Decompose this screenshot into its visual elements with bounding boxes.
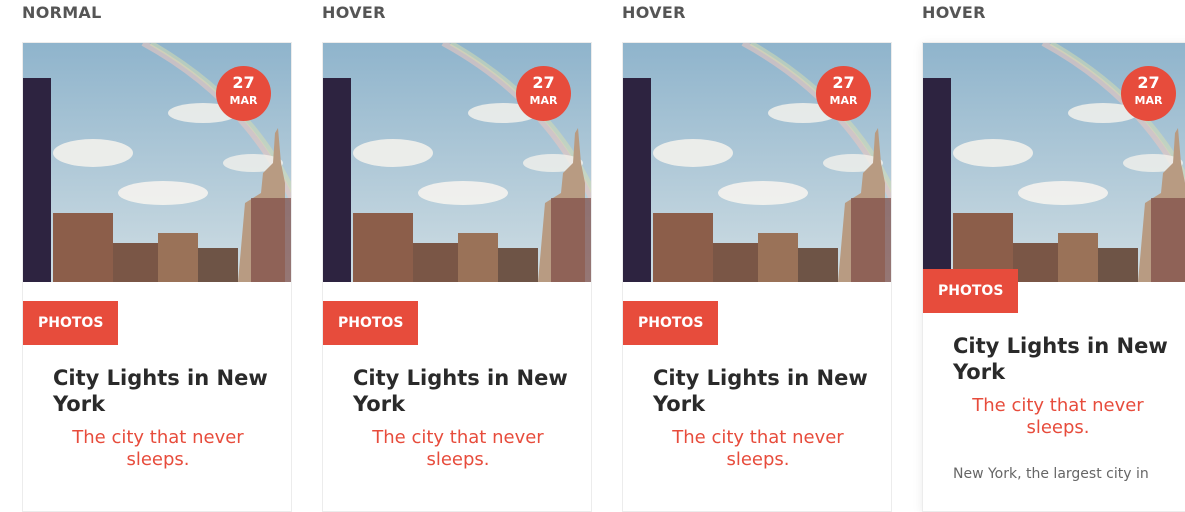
- card-excerpt: New York, the largest city in: [953, 466, 1149, 482]
- card-subtitle: The city that never sleeps.: [372, 427, 544, 470]
- date-day: 27: [232, 73, 255, 92]
- card-title[interactable]: City Lights in New York: [653, 365, 868, 417]
- blog-card[interactable]: 27 MAR PHOTOS City Lights in New York Th…: [22, 42, 292, 512]
- state-label: HOVER: [922, 3, 986, 22]
- state-label: HOVER: [322, 3, 386, 22]
- blog-card[interactable]: 27 MAR PHOTOS City Lights in New York Th…: [922, 42, 1185, 512]
- date-month: MAR: [829, 94, 858, 107]
- date-badge: 27 MAR: [216, 66, 271, 121]
- category-badge[interactable]: PHOTOS: [923, 269, 1019, 313]
- date-day: 27: [832, 73, 855, 92]
- card-column-hover-1: HOVER 27 MAR PHOTOS City Lights in New Y…: [322, 0, 592, 512]
- card-subtitle: The city that never sleeps.: [72, 427, 244, 470]
- date-month: MAR: [1134, 94, 1163, 107]
- card-column-normal: NORMAL 27 MAR PHOTOS City Lights in New …: [22, 0, 292, 512]
- card-column-hover-2: HOVER 27 MAR PHOTOS City Lights in New Y…: [622, 0, 892, 512]
- date-badge: 27 MAR: [516, 66, 571, 121]
- state-label: HOVER: [622, 3, 686, 22]
- card-subtitle: The city that never sleeps.: [972, 395, 1144, 438]
- date-badge: 27 MAR: [1121, 66, 1176, 121]
- state-label: NORMAL: [22, 3, 102, 22]
- blog-card[interactable]: 27 MAR PHOTOS City Lights in New York Th…: [322, 42, 592, 512]
- date-month: MAR: [529, 94, 558, 107]
- category-badge[interactable]: PHOTOS: [23, 301, 119, 345]
- card-title[interactable]: City Lights in New York: [53, 365, 268, 417]
- card-column-hover-3: HOVER 27 MAR PHOTOS City Lights in New Y…: [922, 0, 1185, 512]
- blog-card[interactable]: 27 MAR PHOTOS City Lights in New York Th…: [622, 42, 892, 512]
- category-badge[interactable]: PHOTOS: [323, 301, 419, 345]
- card-subtitle: The city that never sleeps.: [672, 427, 844, 470]
- card-title[interactable]: City Lights in New York: [953, 333, 1168, 385]
- date-month: MAR: [229, 94, 258, 107]
- date-day: 27: [532, 73, 555, 92]
- date-badge: 27 MAR: [816, 66, 871, 121]
- date-day: 27: [1137, 73, 1160, 92]
- category-badge[interactable]: PHOTOS: [623, 301, 719, 345]
- card-title[interactable]: City Lights in New York: [353, 365, 568, 417]
